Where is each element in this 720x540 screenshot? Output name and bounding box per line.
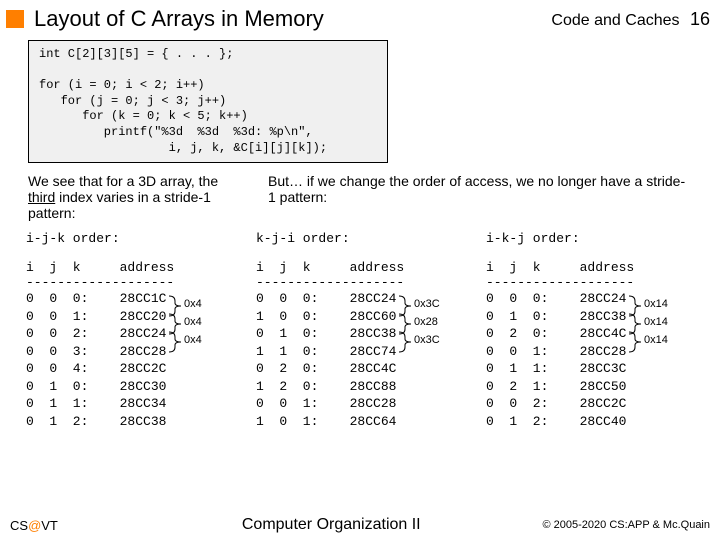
page-number: 16 xyxy=(690,9,710,29)
slide-title: Layout of C Arrays in Memory xyxy=(34,6,551,32)
footer-right: © 2005-2020 CS:APP & Mc.Quain xyxy=(543,519,711,531)
topic-label: Code and Caches 16 xyxy=(551,9,710,30)
tables-row: i-j-k order: i j k address -------------… xyxy=(0,221,720,430)
table-header: i j k address xyxy=(486,260,704,275)
explain-row: We see that for a 3D array, the third in… xyxy=(0,173,720,221)
slide-footer: CS@VT Computer Organization II © 2005-20… xyxy=(0,516,720,534)
explain-left-2: index varies in a stride-1 pattern: xyxy=(28,189,211,221)
order-label: i-k-j order: xyxy=(486,231,704,246)
footer-left-cs: CS xyxy=(10,518,28,533)
footer-left: CS@VT xyxy=(10,518,120,533)
accent-square-icon xyxy=(6,10,24,28)
table-header: i j k address xyxy=(256,260,474,275)
table-dash: ------------------- xyxy=(26,275,244,290)
explain-left-underline: third xyxy=(28,189,55,205)
table-header: i j k address xyxy=(26,260,244,275)
table-kji: k-j-i order: i j k address -------------… xyxy=(256,231,474,430)
table-rows: 0 0 0: 28CC1C 0 0 1: 28CC20 0 0 2: 28CC2… xyxy=(26,290,244,430)
footer-left-at: @ xyxy=(28,518,41,533)
topic-text: Code and Caches xyxy=(551,12,679,29)
table-dash: ------------------- xyxy=(486,275,704,290)
order-label: i-j-k order: xyxy=(26,231,244,246)
table-ikj: i-k-j order: i j k address -------------… xyxy=(486,231,704,430)
explain-right: But… if we change the order of access, w… xyxy=(268,173,692,221)
table-rows: 0 0 0: 28CC24 0 1 0: 28CC38 0 2 0: 28CC4… xyxy=(486,290,704,430)
footer-left-vt: VT xyxy=(41,518,58,533)
table-rows: 0 0 0: 28CC24 1 0 0: 28CC60 0 1 0: 28CC3… xyxy=(256,290,474,430)
code-snippet: int C[2][3][5] = { . . . }; for (i = 0; … xyxy=(28,40,388,163)
table-dash: ------------------- xyxy=(256,275,474,290)
order-label: k-j-i order: xyxy=(256,231,474,246)
slide-header: Layout of C Arrays in Memory Code and Ca… xyxy=(0,0,720,38)
table-ijk: i-j-k order: i j k address -------------… xyxy=(26,231,244,430)
footer-center: Computer Organization II xyxy=(120,516,543,534)
explain-left: We see that for a 3D array, the third in… xyxy=(28,173,238,221)
explain-left-1: We see that for a 3D array, the xyxy=(28,173,218,189)
